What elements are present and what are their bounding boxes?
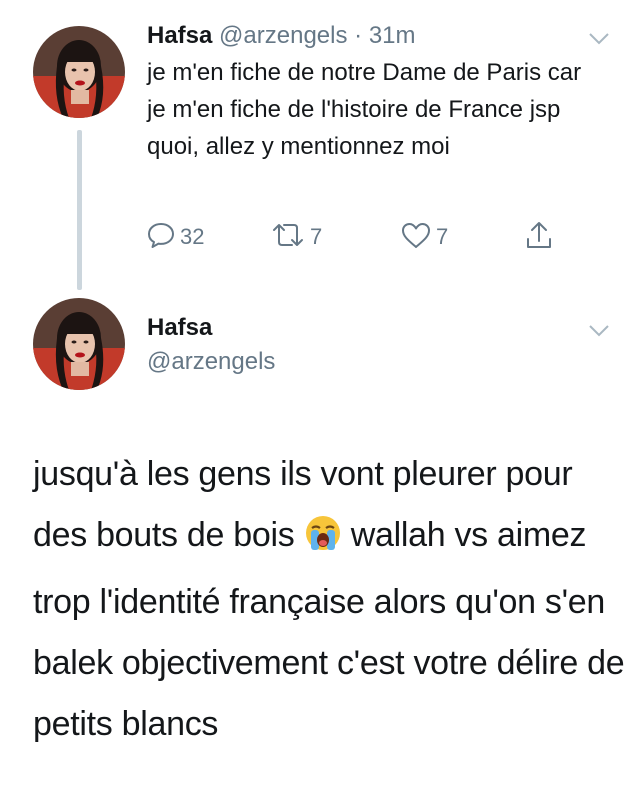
retweet-count: 7 xyxy=(310,224,323,249)
tweet1-timestamp[interactable]: · 31m xyxy=(354,22,415,49)
avatar[interactable] xyxy=(33,298,125,390)
thread-connector-line xyxy=(77,130,82,290)
avatar[interactable] xyxy=(33,26,125,118)
reply-icon xyxy=(146,220,176,255)
tweet2-text: jusqu'à les gens ils vont pleurer pour d… xyxy=(33,444,633,755)
heart-icon xyxy=(400,220,432,255)
reply-button[interactable]: 32 xyxy=(146,220,204,254)
tweet2-menu-chevron-icon[interactable] xyxy=(588,324,610,343)
tweet1-handle[interactable]: @arzengels xyxy=(219,22,347,49)
tweet1-action-bar: 32 7 7 xyxy=(146,220,586,254)
retweet-icon xyxy=(270,220,306,255)
share-icon xyxy=(524,219,554,256)
tweet2-display-name[interactable]: Hafsa xyxy=(147,312,212,344)
like-count: 7 xyxy=(436,224,449,249)
tweet2-handle[interactable]: @arzengels xyxy=(147,346,275,378)
share-button[interactable] xyxy=(524,220,554,254)
tweet1-header: Hafsa @arzengels · 31m xyxy=(147,20,416,52)
loudly-crying-face-emoji-icon xyxy=(304,511,342,572)
retweet-button[interactable]: 7 xyxy=(270,220,322,254)
like-button[interactable]: 7 xyxy=(400,220,448,254)
tweet1-menu-chevron-icon[interactable] xyxy=(588,32,610,51)
reply-count: 32 xyxy=(180,224,205,249)
tweet1-display-name[interactable]: Hafsa xyxy=(147,22,212,49)
tweet1-text: je m'en fiche de notre Dame de Paris car… xyxy=(147,59,582,160)
